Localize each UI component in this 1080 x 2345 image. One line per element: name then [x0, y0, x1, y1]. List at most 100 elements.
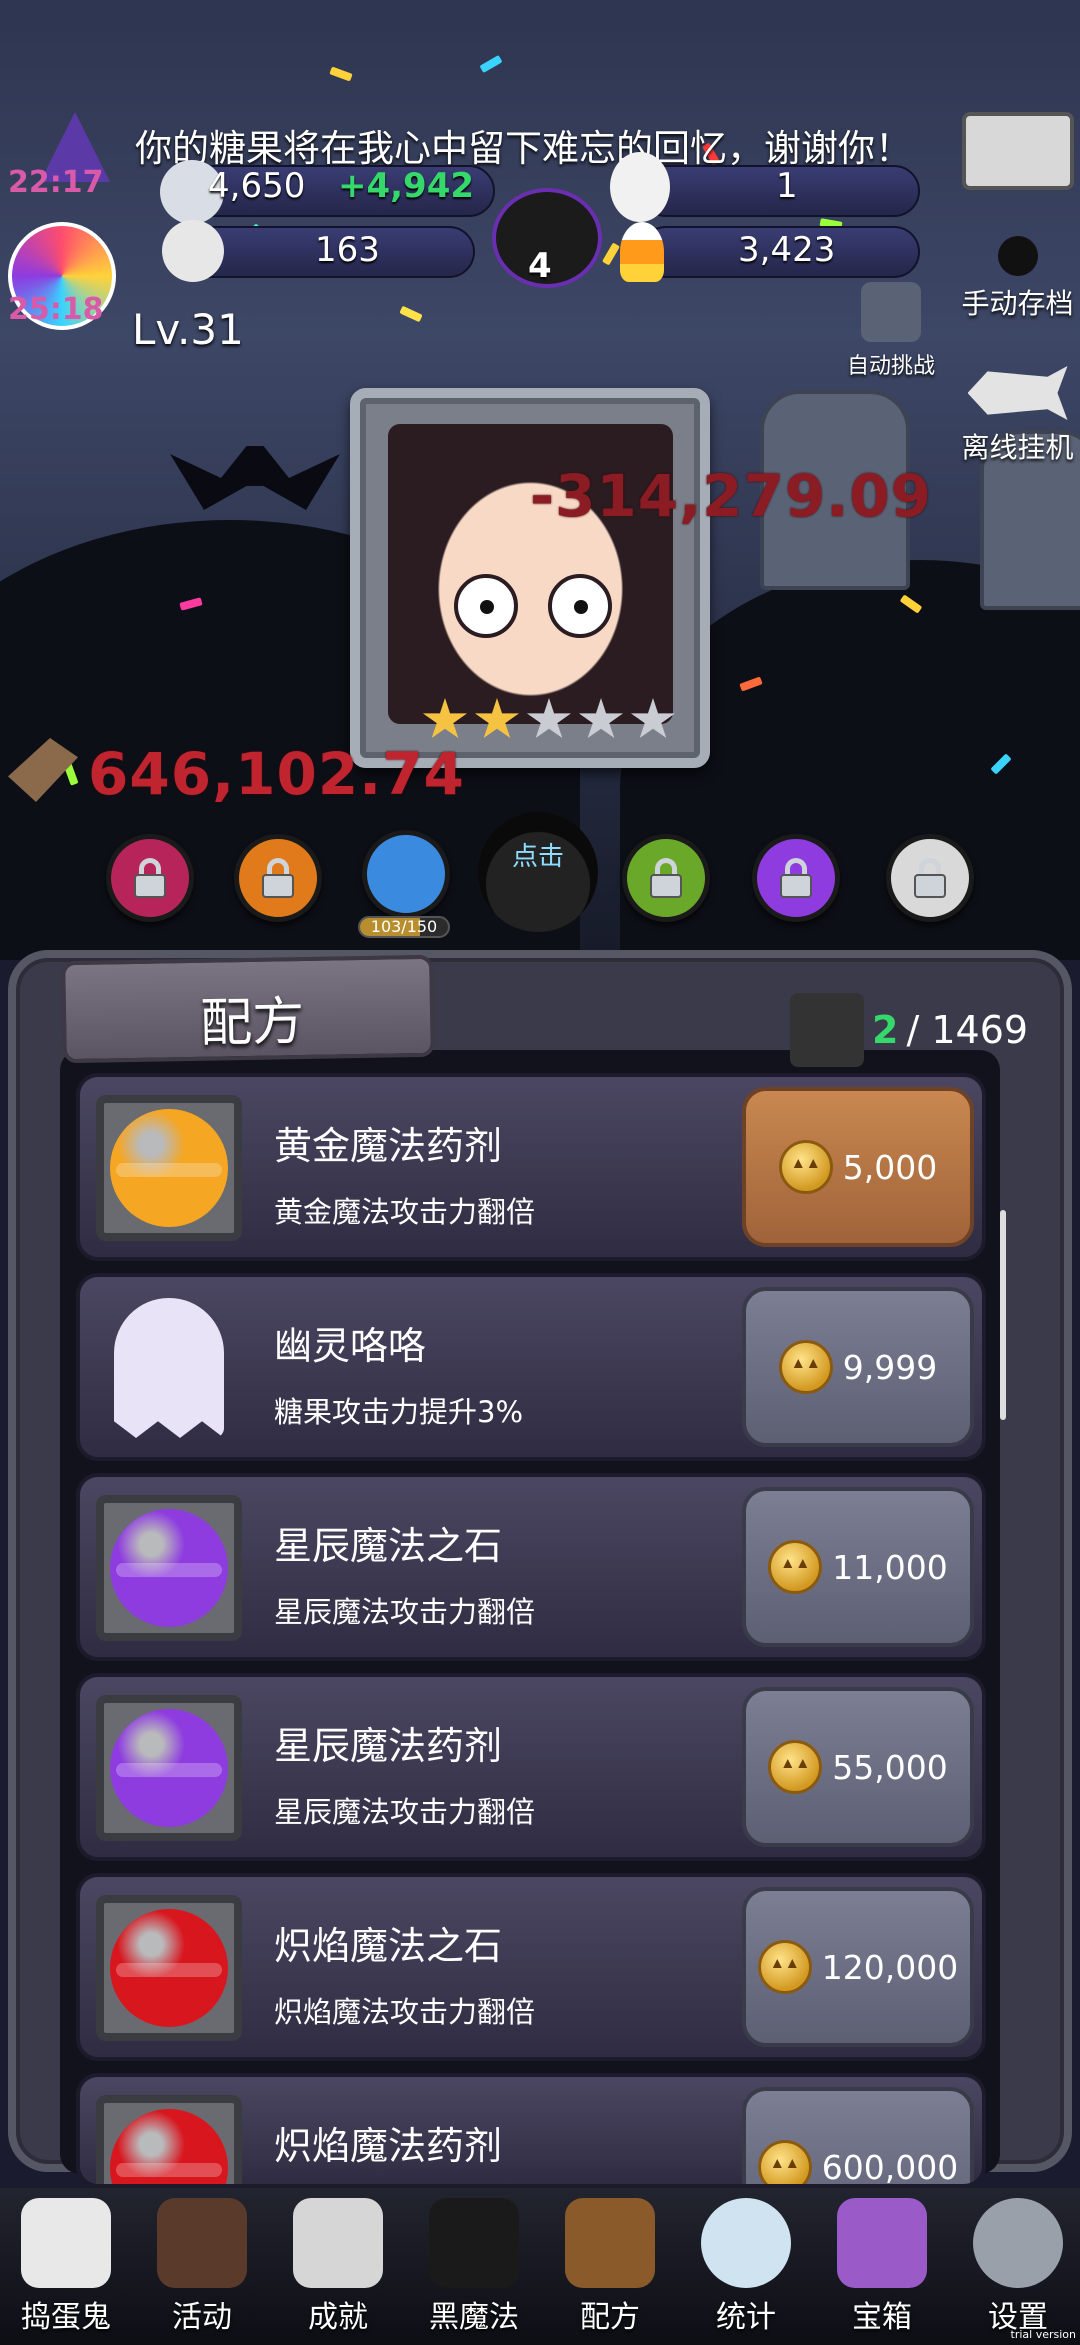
recipe-buy-button[interactable]: 9,999: [742, 1287, 974, 1447]
candy-corn-count: 3,423: [738, 230, 836, 270]
recipe-row[interactable]: 炽焰魔法药剂 600,000: [76, 2073, 986, 2188]
candy-total: 4,650: [208, 166, 306, 206]
pumpkin-coin-icon: [757, 1940, 812, 1994]
enemy-eye-right: [548, 574, 612, 638]
offline-idle-button[interactable]: 离线挂机: [955, 366, 1080, 466]
magic-orb-locked-orange[interactable]: [234, 834, 322, 922]
cauldron-count: 4: [528, 246, 552, 286]
pumpkin-coin-icon: [757, 2140, 812, 2184]
checkmark-icon: [861, 282, 921, 342]
recipe-desc: 糖果攻击力提升3%: [274, 1395, 524, 1429]
nav-item[interactable]: 配方: [550, 2198, 670, 2336]
recipe-buy-button[interactable]: 11,000: [742, 1487, 974, 1647]
game-scene: 22:17 25:18 Lv.31 你的糖果将在我心中留下难忘的回忆，谢谢你！ …: [0, 0, 1080, 960]
recipe-scrollbar[interactable]: [1000, 1210, 1006, 1420]
star-icon: [630, 698, 676, 739]
recipe-row[interactable]: 黄金魔法药剂 黄金魔法攻击力翻倍 5,000: [76, 1073, 986, 1261]
nav-item-label: 统计: [716, 2300, 776, 2335]
recipe-buy-button[interactable]: 120,000: [742, 1887, 974, 2047]
recipe-counter: 2 / 1469: [790, 990, 1028, 1070]
recipe-row[interactable]: 星辰魔法之石 星辰魔法攻击力翻倍 11,000: [76, 1473, 986, 1661]
recipe-row[interactable]: 炽焰魔法之石 炽焰魔法攻击力翻倍 120,000: [76, 1873, 986, 2061]
recipe-row[interactable]: 幽灵咯咯糖果攻击力提升3% 9,999: [76, 1273, 986, 1461]
spellbook-icon: [565, 2198, 655, 2288]
nav-item[interactable]: 活动: [142, 2198, 262, 2336]
magic-orb-locked-silver[interactable]: [886, 834, 974, 922]
recipe-buy-button[interactable]: 5,000: [742, 1087, 974, 1247]
nav-item[interactable]: 成就: [278, 2198, 398, 2336]
recipe-price: 55,000: [832, 1747, 948, 1787]
demon-click-button[interactable]: 点击: [478, 812, 598, 932]
nav-item-label: 捣蛋鬼: [21, 2300, 111, 2335]
pumpkin-coin-icon: [778, 1340, 833, 1394]
recipe-price: 5,000: [842, 1147, 938, 1187]
nav-item-label: 活动: [172, 2300, 232, 2335]
auto-challenge-button[interactable]: 自动挑战: [826, 282, 956, 380]
confetti: [399, 305, 423, 323]
skull-count: 163: [315, 230, 380, 270]
eyeball-cake-icon: [157, 2198, 247, 2288]
enemy-star-rating: [422, 698, 676, 742]
trial-version-label: trial version: [1010, 2328, 1076, 2341]
timer-bottom: 25:18: [8, 292, 104, 327]
nav-item[interactable]: 黑魔法: [414, 2198, 534, 2336]
bat-icon: [170, 446, 340, 510]
recipe-thumb: [96, 2095, 242, 2184]
ghost-icon: [21, 2198, 111, 2288]
recipe-count-total: / 1469: [906, 1008, 1029, 1052]
auto-challenge-label: 自动挑战: [846, 354, 935, 379]
lock-icon: [258, 858, 298, 898]
damage-number-axe: 646,102.74: [88, 740, 465, 808]
recipe-buy-button[interactable]: 55,000: [742, 1687, 974, 1847]
recipe-desc: 黄金魔法攻击力翻倍: [274, 1195, 536, 1229]
enemy-eye-left: [454, 574, 518, 638]
skull-icon: [162, 220, 224, 282]
nav-item[interactable]: 宝箱: [822, 2198, 942, 2336]
magic-orb-locked-purple[interactable]: [752, 834, 840, 922]
recipe-name: 星辰魔法之石: [274, 1524, 503, 1568]
treasure-chest-icon: [837, 2198, 927, 2288]
recipe-thumb: [96, 1495, 242, 1641]
recipe-desc: 炽焰魔法攻击力翻倍: [274, 1995, 536, 2029]
recipe-name: 星辰魔法药剂: [274, 1724, 503, 1768]
confetti: [602, 242, 620, 266]
bottom-nav: 捣蛋鬼 活动 成就 黑魔法 配方 统计 宝箱 设置 trial version: [0, 2188, 1080, 2345]
mail-envelope-icon[interactable]: [962, 112, 1074, 190]
nav-item[interactable]: 设置: [958, 2198, 1078, 2336]
nav-item-label: 配方: [580, 2300, 640, 2335]
recipe-thumb: [96, 1895, 242, 2041]
recipe-price: 9,999: [842, 1347, 938, 1387]
panda-ghost-icon: [790, 993, 864, 1067]
fish-bone-icon: [967, 366, 1068, 420]
damage-number-main: -314,279.09: [530, 462, 932, 530]
gear-icon: [973, 2198, 1063, 2288]
orb-progress-text: 103/150: [370, 917, 438, 936]
magic-orb-blue-ghost[interactable]: [362, 830, 450, 918]
manual-save-button[interactable]: 手动存档: [955, 236, 1080, 322]
lock-icon: [910, 858, 950, 898]
recipe-name: 幽灵咯咯: [274, 1324, 427, 1368]
candy-icon: [110, 1909, 228, 2027]
recipe-row[interactable]: 星辰魔法药剂 星辰魔法攻击力翻倍 55,000: [76, 1673, 986, 1861]
nav-item[interactable]: 捣蛋鬼: [6, 2198, 126, 2336]
crystal-ball-icon: [701, 2198, 791, 2288]
nav-item[interactable]: 统计: [686, 2198, 806, 2336]
magic-orb-locked-green[interactable]: [622, 834, 710, 922]
player-level: Lv.31: [132, 305, 244, 354]
manual-save-label: 手动存档: [961, 287, 1074, 320]
enemy-portrait-frame[interactable]: [350, 388, 710, 768]
recipe-tab-header: 配方: [61, 954, 435, 1064]
orb-progress-bar: 103/150: [358, 916, 450, 938]
recipe-price: 600,000: [821, 2147, 959, 2187]
magic-orb-locked-crimson[interactable]: [106, 834, 194, 922]
lock-icon: [646, 858, 686, 898]
recipe-thumb: [96, 1295, 242, 1441]
ghost-icon: [114, 1298, 224, 1438]
recipe-price: 11,000: [832, 1547, 948, 1587]
candy-icon: [110, 1509, 228, 1627]
recipe-buy-button[interactable]: 600,000: [742, 2087, 974, 2187]
timer-top: 22:17: [8, 165, 104, 200]
pumpkin-coin-icon: [768, 1740, 823, 1794]
star-icon: [526, 698, 572, 739]
offline-idle-label: 离线挂机: [961, 431, 1074, 464]
